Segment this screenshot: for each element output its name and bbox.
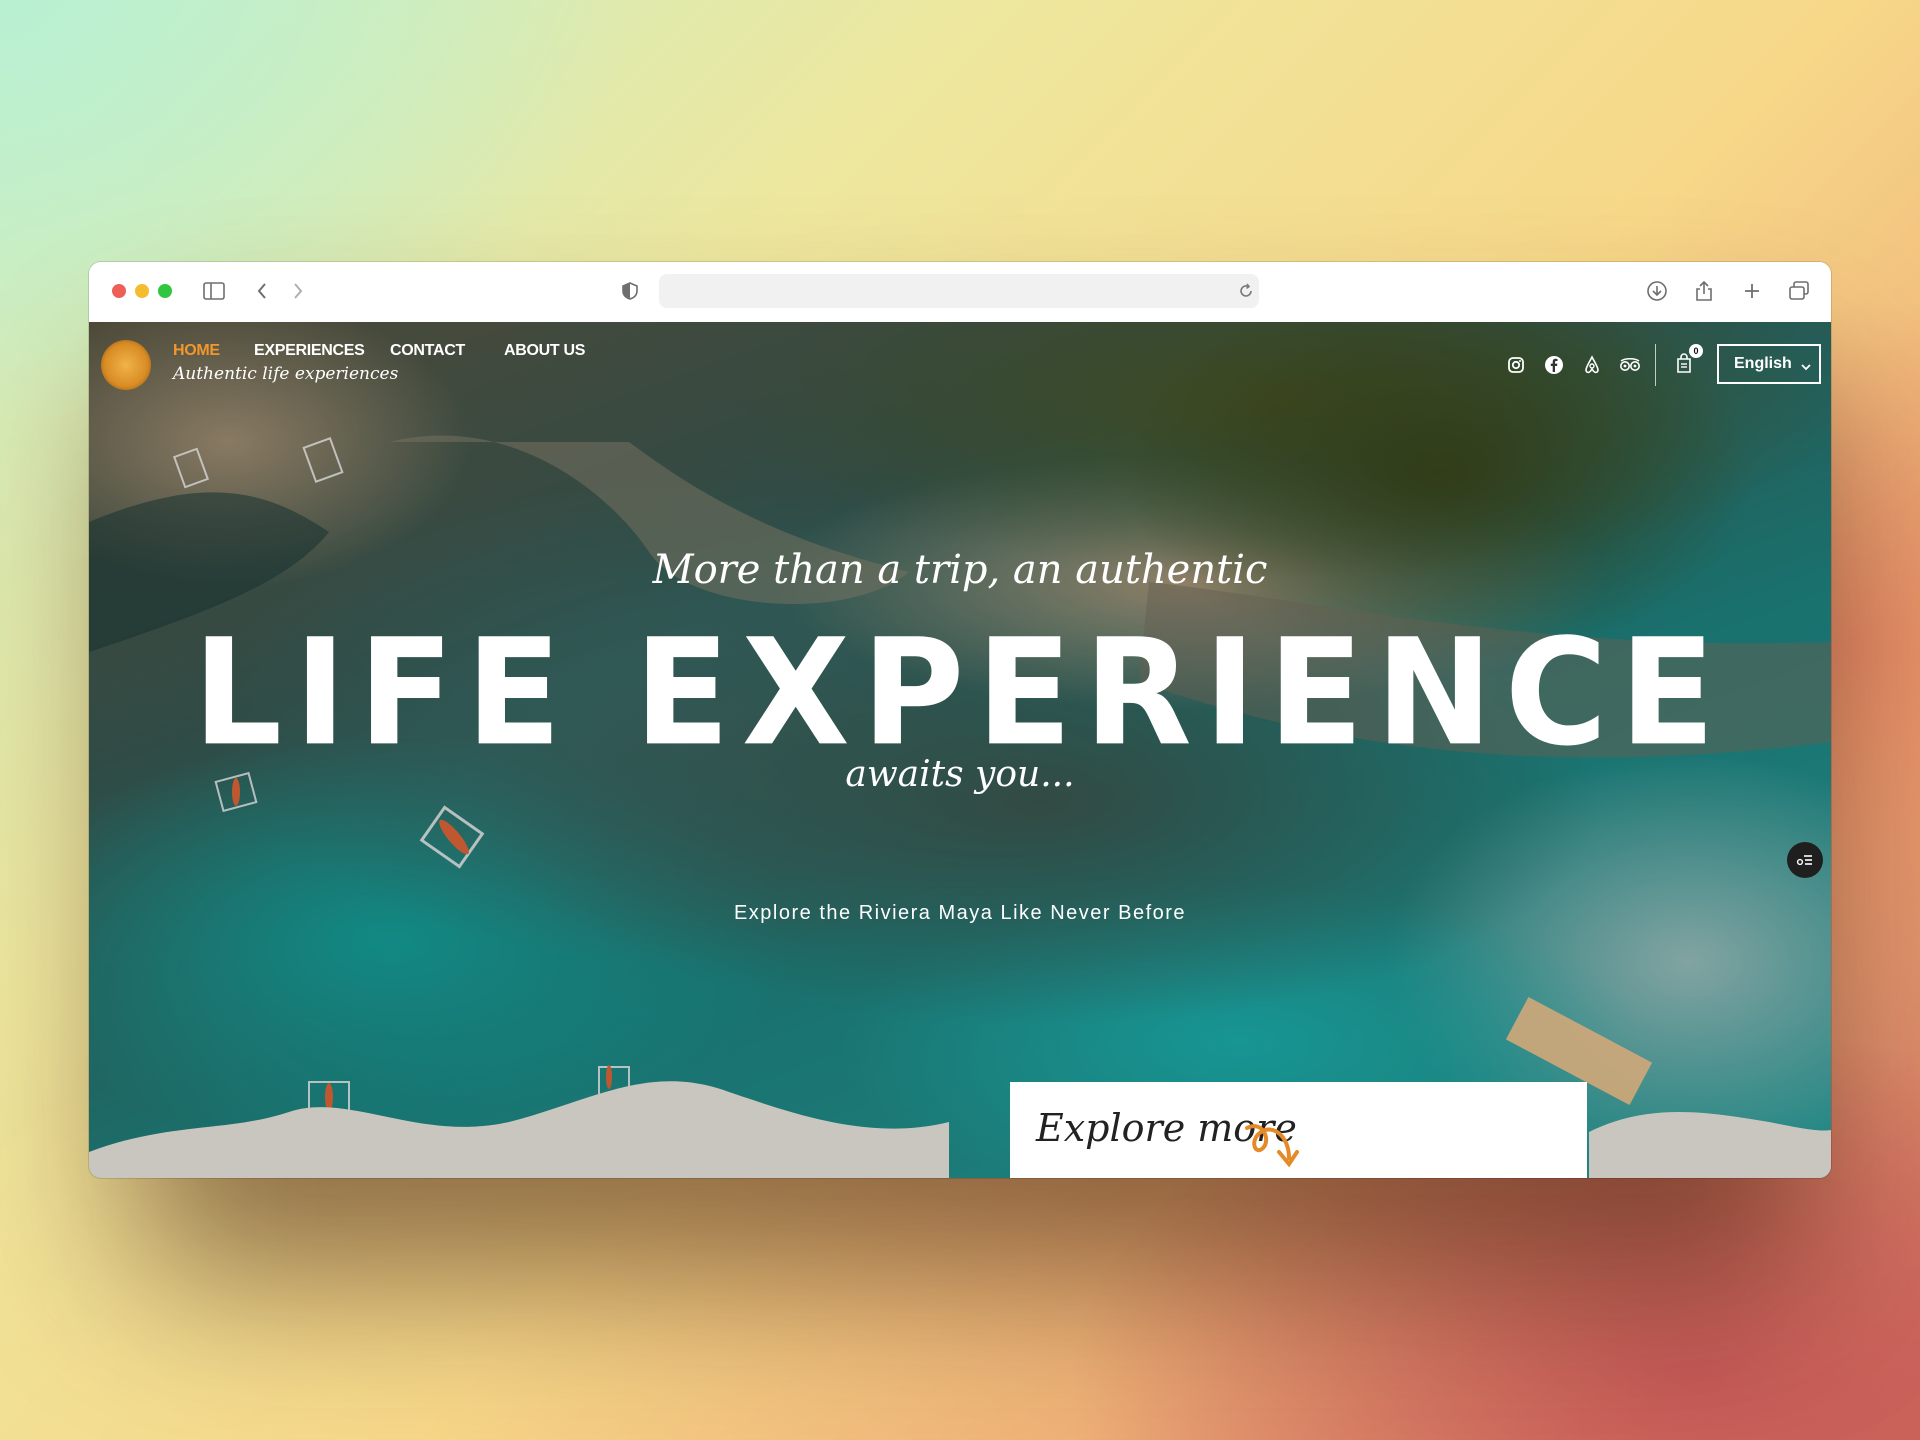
address-bar[interactable] bbox=[659, 274, 1259, 308]
language-select-value: English bbox=[1734, 355, 1792, 372]
nav-about-us[interactable]: ABOUT US bbox=[504, 342, 585, 360]
privacy-shield-icon[interactable] bbox=[617, 278, 643, 304]
download-icon[interactable] bbox=[1644, 278, 1670, 304]
reload-icon[interactable] bbox=[1233, 278, 1259, 304]
site-tagline: Authentic life experiences bbox=[173, 364, 399, 384]
instagram-icon[interactable] bbox=[1505, 354, 1527, 376]
nav-experiences[interactable]: EXPERIENCES bbox=[254, 342, 365, 360]
accessibility-menu-icon[interactable] bbox=[1787, 842, 1823, 878]
forward-icon[interactable] bbox=[285, 278, 311, 304]
curly-arrow-icon bbox=[1245, 1124, 1299, 1168]
cart-icon[interactable]: 0 bbox=[1673, 344, 1703, 374]
hero-subtitle: Explore the Riviera Maya Like Never Befo… bbox=[733, 902, 1187, 924]
site-header: Authentic life experiences HOME EXPERIEN… bbox=[89, 334, 1831, 394]
hero-script-top: More than a trip, an authentic bbox=[652, 547, 1268, 593]
explore-more-button[interactable]: Explore more bbox=[1010, 1082, 1587, 1178]
zoom-window-button[interactable] bbox=[158, 284, 172, 298]
sidebar-toggle-icon[interactable] bbox=[201, 278, 227, 304]
airbnb-icon[interactable] bbox=[1581, 354, 1603, 376]
webpage-hero: Authentic life experiences HOME EXPERIEN… bbox=[89, 322, 1831, 1178]
minimize-window-button[interactable] bbox=[135, 284, 149, 298]
share-icon[interactable] bbox=[1691, 278, 1717, 304]
cart-count-badge: 0 bbox=[1689, 344, 1703, 358]
new-tab-icon[interactable] bbox=[1739, 278, 1765, 304]
jaguar-logo[interactable] bbox=[101, 340, 151, 390]
language-select[interactable]: English bbox=[1717, 344, 1821, 384]
nav-home[interactable]: HOME bbox=[173, 342, 220, 360]
close-window-button[interactable] bbox=[112, 284, 126, 298]
facebook-icon[interactable] bbox=[1543, 354, 1565, 376]
browser-toolbar bbox=[89, 262, 1831, 323]
browser-window: Authentic life experiences HOME EXPERIEN… bbox=[89, 262, 1831, 1178]
header-divider bbox=[1655, 344, 1656, 386]
hero-script-bottom: awaits you... bbox=[845, 754, 1075, 795]
chevron-down-icon bbox=[1801, 358, 1811, 376]
tripadvisor-icon[interactable] bbox=[1619, 354, 1641, 376]
back-icon[interactable] bbox=[249, 278, 275, 304]
tab-overview-icon[interactable] bbox=[1786, 278, 1812, 304]
nav-contact[interactable]: CONTACT bbox=[390, 342, 465, 360]
